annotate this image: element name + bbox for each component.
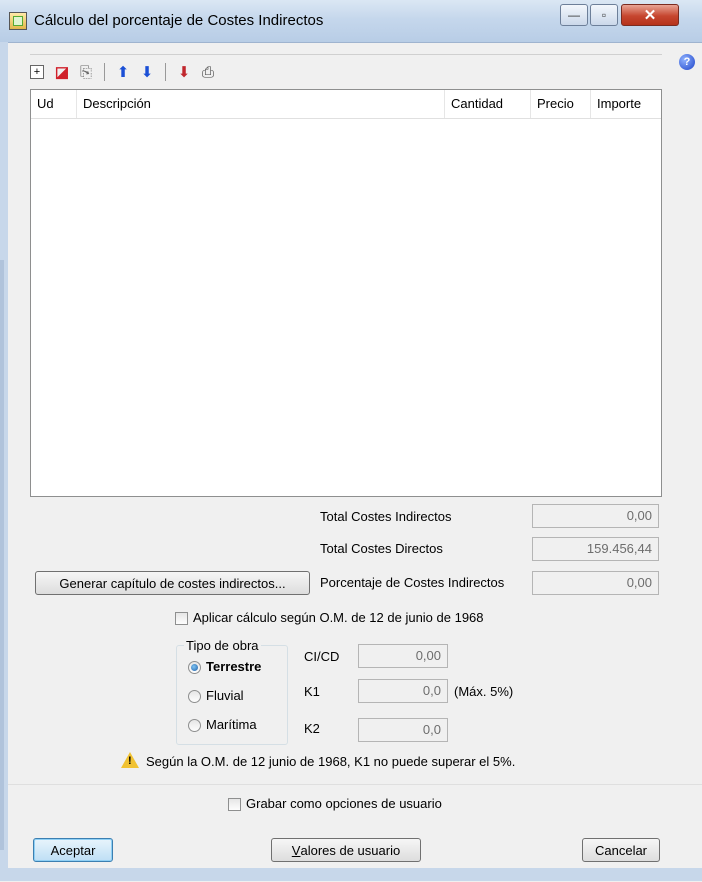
column-header-precio[interactable]: Precio bbox=[531, 90, 591, 118]
delete-row-icon[interactable]: ◪ bbox=[52, 62, 72, 82]
toolbar-divider bbox=[104, 63, 105, 81]
move-down-icon[interactable]: ⬇ bbox=[137, 62, 157, 82]
title-bar[interactable]: Cálculo del porcentaje de Costes Indirec… bbox=[0, 0, 702, 43]
radio-fluvial-label[interactable]: Fluvial bbox=[206, 688, 244, 703]
print-icon[interactable]: ⎙ bbox=[198, 62, 218, 82]
percentage-field: 0,00 bbox=[532, 571, 659, 595]
user-values-accelerator: V bbox=[291, 842, 301, 858]
save-user-options-label[interactable]: Grabar como opciones de usuario bbox=[246, 796, 442, 811]
column-header-importe[interactable]: Importe bbox=[591, 90, 661, 118]
apply-om-label[interactable]: Aplicar cálculo según O.M. de 12 de juni… bbox=[193, 610, 484, 625]
user-values-button[interactable]: Valores de usuario bbox=[271, 838, 421, 862]
minimize-button[interactable]: — bbox=[560, 4, 588, 26]
total-indirect-field: 0,00 bbox=[532, 504, 659, 528]
add-row-icon[interactable]: + bbox=[30, 65, 44, 79]
k2-label: K2 bbox=[304, 721, 320, 736]
column-header-descripcion[interactable]: Descripción bbox=[77, 90, 445, 118]
apply-om-checkbox[interactable] bbox=[175, 612, 188, 625]
user-values-label: alores de usuario bbox=[300, 842, 401, 858]
radio-fluvial[interactable] bbox=[188, 690, 201, 703]
column-header-ud[interactable]: Ud bbox=[31, 90, 77, 118]
total-indirect-label: Total Costes Indirectos bbox=[320, 509, 452, 524]
window-title: Cálculo del porcentaje de Costes Indirec… bbox=[34, 12, 324, 29]
cicd-label: CI/CD bbox=[304, 649, 340, 664]
save-user-options-checkbox[interactable] bbox=[228, 798, 241, 811]
total-direct-label: Total Costes Directos bbox=[320, 541, 443, 556]
column-header-cantidad[interactable]: Cantidad bbox=[445, 90, 531, 118]
k1-field: 0,0 bbox=[358, 679, 448, 703]
import-icon[interactable]: ⬇ bbox=[174, 62, 194, 82]
copy-icon[interactable]: ⎘ bbox=[76, 62, 96, 82]
close-button[interactable]: ✕ bbox=[621, 4, 679, 26]
warning-text: Según la O.M. de 12 junio de 1968, K1 no… bbox=[146, 754, 516, 769]
accept-button[interactable]: Aceptar bbox=[33, 838, 113, 862]
percentage-label: Porcentaje de Costes Indirectos bbox=[320, 575, 505, 590]
toolbar: + ◪ ⎘ ⬆ ⬇ ⬇ ⎙ bbox=[30, 60, 218, 84]
move-up-icon[interactable]: ⬆ bbox=[113, 62, 133, 82]
warning-icon-mark: ! bbox=[128, 755, 132, 767]
toolbar-separator-line bbox=[30, 54, 662, 55]
k2-field: 0,0 bbox=[358, 718, 448, 742]
help-icon[interactable]: ? bbox=[679, 54, 695, 70]
tipo-obra-legend: Tipo de obra bbox=[184, 638, 261, 653]
radio-maritima-label[interactable]: Marítima bbox=[206, 717, 257, 732]
cost-table[interactable]: Ud Descripción Cantidad Precio Importe bbox=[30, 89, 662, 497]
window-frame-shadow bbox=[0, 260, 4, 850]
radio-terrestre-label[interactable]: Terrestre bbox=[206, 659, 261, 674]
k1-max-note: (Máx. 5%) bbox=[454, 684, 514, 699]
cancel-button[interactable]: Cancelar bbox=[582, 838, 660, 862]
toolbar-divider bbox=[165, 63, 166, 81]
k1-label: K1 bbox=[304, 684, 320, 699]
window-frame-bottom bbox=[0, 868, 702, 881]
radio-terrestre[interactable] bbox=[188, 661, 201, 674]
total-direct-field: 159.456,44 bbox=[532, 537, 659, 561]
generate-chapter-button[interactable]: Generar capítulo de costes indirectos... bbox=[35, 571, 310, 595]
cicd-field: 0,00 bbox=[358, 644, 448, 668]
app-icon bbox=[9, 12, 27, 30]
table-header: Ud Descripción Cantidad Precio Importe bbox=[31, 90, 661, 119]
radio-maritima[interactable] bbox=[188, 719, 201, 732]
maximize-button[interactable]: ▫ bbox=[590, 4, 618, 26]
